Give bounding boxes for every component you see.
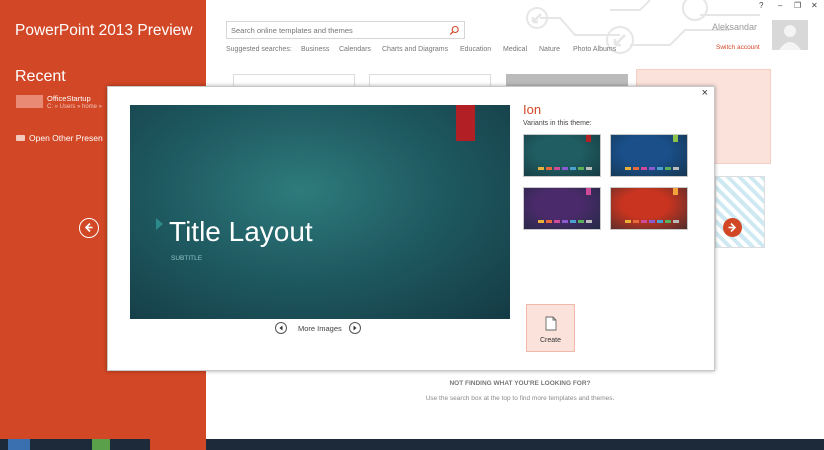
variant-color-swatch xyxy=(625,220,631,223)
variant-color-swatch xyxy=(538,220,544,223)
variant-color-swatch xyxy=(538,167,544,170)
variant-color-swatch xyxy=(625,167,631,170)
variant-color-swatch xyxy=(546,167,552,170)
variant-color-swatch xyxy=(665,167,671,170)
variant-color-swatch xyxy=(657,220,663,223)
slide-title: Title Layout xyxy=(169,216,313,247)
open-other-presentations-link[interactable]: Open Other Presen xyxy=(29,133,103,143)
variant-color-swatch xyxy=(649,167,655,170)
forward-arrow-circle-icon[interactable] xyxy=(723,218,742,237)
create-button-label: Create xyxy=(539,337,561,344)
variant-color-swatch xyxy=(554,220,560,223)
theme-name: Ion xyxy=(523,102,542,117)
slide-preview: Title Layout SUBTITLE xyxy=(130,105,510,319)
variant-color-swatch xyxy=(665,220,671,223)
previous-image-button[interactable] xyxy=(275,322,287,334)
theme-variant-thumbnail[interactable] xyxy=(610,187,688,230)
search-box[interactable] xyxy=(226,21,465,39)
suggestion-business[interactable]: Business xyxy=(301,46,329,53)
taskbar-app-icon[interactable] xyxy=(92,439,110,450)
search-input[interactable] xyxy=(231,24,436,36)
variant-accent-tab xyxy=(586,188,591,195)
restore-button[interactable]: ❐ xyxy=(794,1,801,10)
template-preview-dialog: × Title Layout SUBTITLE More Images Ion … xyxy=(107,86,715,371)
recent-file-name[interactable]: OfficeStartup xyxy=(47,94,91,103)
recent-heading: Recent xyxy=(15,68,66,85)
variant-accent-tab xyxy=(586,135,591,142)
variant-color-swatch xyxy=(633,220,639,223)
slide-accent-tab xyxy=(456,105,475,141)
variant-color-swatch xyxy=(641,167,647,170)
more-images-label: More Images xyxy=(298,324,342,333)
variant-color-swatch xyxy=(586,167,592,170)
switch-account-link[interactable]: Switch account xyxy=(716,44,760,51)
variant-color-swatch xyxy=(586,220,592,223)
taskbar xyxy=(0,439,824,450)
variants-label: Variants in this theme: xyxy=(523,120,592,127)
variant-color-swatch xyxy=(562,167,568,170)
variant-color-swatch xyxy=(578,167,584,170)
not-finding-heading: NOT FINDING WHAT YOU'RE LOOKING FOR? xyxy=(449,380,591,387)
suggestion-education[interactable]: Education xyxy=(460,46,491,53)
title-arrow-icon xyxy=(156,218,163,230)
start-button[interactable] xyxy=(8,439,30,450)
close-window-button[interactable]: ✕ xyxy=(811,1,818,10)
create-button[interactable]: Create xyxy=(526,304,575,352)
theme-variant-thumbnail[interactable] xyxy=(523,187,601,230)
variant-accent-tab xyxy=(673,135,678,142)
variant-color-swatch xyxy=(649,220,655,223)
recent-file-thumbnail[interactable] xyxy=(16,95,43,108)
variant-color-swatch xyxy=(657,167,663,170)
variant-color-swatch xyxy=(562,220,568,223)
taskbar-powerpoint-icon[interactable] xyxy=(150,439,206,450)
variant-color-swatch xyxy=(633,167,639,170)
close-dialog-button[interactable]: × xyxy=(702,87,708,99)
recent-file-path: C: » Users » home » xyxy=(47,104,103,110)
suggested-searches-label: Suggested searches: xyxy=(226,46,292,53)
app-title: PowerPoint 2013 Preview xyxy=(15,22,193,39)
variant-color-swatch xyxy=(570,220,576,223)
variant-accent-tab xyxy=(673,188,678,195)
suggestion-photo-albums[interactable]: Photo Albums xyxy=(573,46,616,53)
theme-variant-thumbnail[interactable] xyxy=(523,134,601,177)
template-tile[interactable] xyxy=(715,176,765,248)
back-arrow-circle-icon[interactable] xyxy=(79,218,99,238)
document-icon xyxy=(545,316,557,331)
folder-icon xyxy=(16,135,25,141)
variant-color-swatch xyxy=(570,167,576,170)
variant-color-swatch xyxy=(554,167,560,170)
not-finding-hint: Use the search box at the top to find mo… xyxy=(425,395,615,402)
suggestion-medical[interactable]: Medical xyxy=(503,46,527,53)
suggestion-calendars[interactable]: Calendars xyxy=(339,46,371,53)
variant-color-swatch xyxy=(578,220,584,223)
search-icon[interactable] xyxy=(449,25,460,36)
next-image-button[interactable] xyxy=(349,322,361,334)
theme-variant-thumbnail[interactable] xyxy=(610,134,688,177)
suggestion-nature[interactable]: Nature xyxy=(539,46,560,53)
suggestion-charts-and-diagrams[interactable]: Charts and Diagrams xyxy=(382,46,448,53)
variant-color-swatch xyxy=(673,167,679,170)
variant-color-swatch xyxy=(641,220,647,223)
slide-subtitle: SUBTITLE xyxy=(171,255,203,262)
variant-color-swatch xyxy=(673,220,679,223)
user-name: Aleksandar xyxy=(712,22,758,32)
variant-color-swatch xyxy=(546,220,552,223)
help-button[interactable]: ? xyxy=(759,1,763,10)
avatar[interactable] xyxy=(772,20,808,50)
minimize-button[interactable]: – xyxy=(778,1,782,10)
